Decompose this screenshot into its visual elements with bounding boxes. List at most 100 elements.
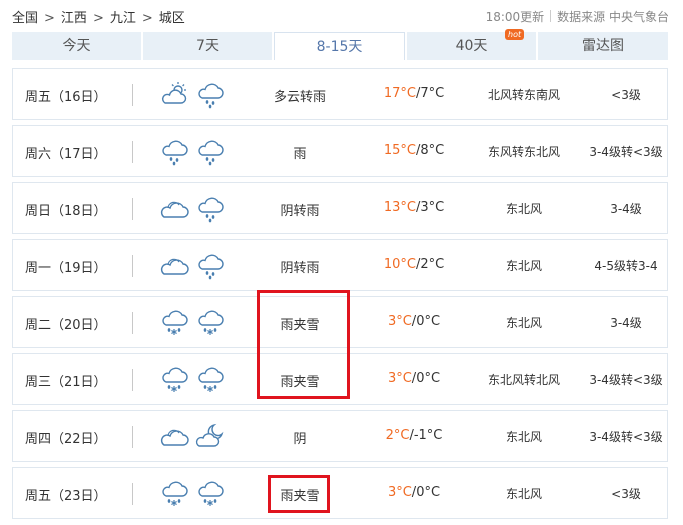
wind-direction: 东北风 <box>505 316 542 330</box>
forecast-date: 周一（19日） <box>25 261 107 276</box>
temp-high: 10°C <box>383 257 416 272</box>
row-divider <box>132 369 133 391</box>
temperature-range: 17°C/7°C <box>383 86 445 101</box>
weather-icons <box>159 309 225 337</box>
weather-icons <box>159 423 225 451</box>
tab-label: 7天 <box>196 38 219 54</box>
rain-cloud-icon <box>195 252 225 280</box>
weather-description: 雨夹雪 <box>280 375 320 390</box>
row-divider <box>132 255 133 277</box>
breadcrumb-separator: > <box>44 11 55 26</box>
wind-direction: 北风转东南风 <box>487 88 560 102</box>
forecast-date: 周五（16日） <box>25 90 107 105</box>
weather-icons <box>159 252 225 280</box>
temp-low: 7°C <box>420 86 445 101</box>
forecast-row: 周二（20日） 雨夹雪 3°C/0°C 东北风 3-4级 <box>12 296 668 348</box>
row-divider <box>132 141 133 163</box>
weather-icons <box>159 480 225 508</box>
weather-description: 阴转雨 <box>280 261 320 276</box>
temp-high: 3°C <box>387 371 412 386</box>
forecast-row: 周三（21日） 雨夹雪 3°C/0°C 东北风转北风 3-4级转<3级 <box>12 353 668 405</box>
wind-level: 3-4级转<3级 <box>589 145 663 159</box>
weather-description: 雨 <box>293 147 307 162</box>
rain-cloud-icon <box>159 138 189 166</box>
temp-low: 0°C <box>416 314 441 329</box>
temp-low: 3°C <box>420 200 445 215</box>
breadcrumb-separator: > <box>141 11 153 26</box>
breadcrumb-city[interactable]: 九江 <box>110 11 136 26</box>
weather-icons <box>159 366 225 394</box>
weather-icons <box>159 195 225 223</box>
weather-description: 多云转雨 <box>273 90 326 105</box>
sleet-cloud-icon <box>159 366 189 394</box>
weather-description: 阴 <box>293 432 307 447</box>
wind-direction: 东北风 <box>505 259 542 273</box>
sleet-cloud-icon <box>195 480 225 508</box>
row-divider <box>132 198 133 220</box>
forecast-row: 周五（23日） 雨夹雪 3°C/0°C 东北风 <3级 <box>12 467 668 519</box>
breadcrumb-national[interactable]: 全国 <box>12 11 38 26</box>
row-divider <box>132 312 133 334</box>
wind-level: 3-4级 <box>610 202 642 216</box>
tab-label: 40天 <box>455 38 488 54</box>
tab-40-days[interactable]: 40天 hot <box>407 29 536 60</box>
breadcrumb-separator: > <box>92 11 104 26</box>
update-info: 18:00更新 数据来源 中央气象台 <box>486 8 669 25</box>
forecast-row: 周日（18日） 阴转雨 13°C/3°C 东北风 3-4级 <box>12 182 668 234</box>
temperature-range: 3°C/0°C <box>387 314 441 329</box>
wind-level: 4-5级转3-4 <box>594 259 658 273</box>
forecast-row: 周五（16日） 多云转雨 17°C/7°C 北风转东南风 <3级 <box>12 68 668 120</box>
overcast-cloud-icon <box>159 195 189 223</box>
tab-radar[interactable]: 雷达图 <box>538 32 668 60</box>
forecast-date: 周五（23日） <box>25 489 107 504</box>
breadcrumb-province[interactable]: 江西 <box>61 11 87 26</box>
temperature-range: 3°C/0°C <box>387 371 441 386</box>
tab-8-15-days[interactable]: 8-15天 <box>274 32 405 60</box>
temp-low: 8°C <box>420 143 445 158</box>
temp-high: 2°C <box>385 428 410 443</box>
temp-high: 15°C <box>383 143 416 158</box>
top-bar: 全国 > 江西 > 九江 > 城区 18:00更新 数据来源 中央气象台 <box>0 0 683 30</box>
overcast-cloud-icon <box>159 423 189 451</box>
update-time: 18:00更新 <box>485 10 545 24</box>
row-divider <box>132 84 133 106</box>
partly-cloudy-sun-icon <box>159 81 189 109</box>
wind-level: <3级 <box>611 487 641 501</box>
tab-7-days[interactable]: 7天 <box>143 32 272 60</box>
temperature-range: 15°C/8°C <box>383 143 445 158</box>
forecast-date: 周三（21日） <box>25 375 107 390</box>
temperature-range: 3°C/0°C <box>387 485 441 500</box>
weather-description: 雨夹雪 <box>280 489 320 504</box>
temp-high: 3°C <box>387 314 412 329</box>
wind-direction: 东北风 <box>505 430 542 444</box>
temp-low: -1°C <box>413 428 443 443</box>
data-source: 数据来源 中央气象台 <box>557 10 669 24</box>
wind-direction: 东风转东北风 <box>487 145 560 159</box>
forecast-date: 周六（17日） <box>25 147 107 162</box>
cloudy-night-moon-icon <box>195 423 225 451</box>
weather-description: 阴转雨 <box>280 204 320 219</box>
row-divider <box>132 426 133 448</box>
hot-badge: hot <box>505 29 525 40</box>
weather-icons <box>159 138 225 166</box>
sleet-cloud-icon <box>195 309 225 337</box>
temp-low: 2°C <box>420 257 445 272</box>
temperature-range: 10°C/2°C <box>383 257 445 272</box>
forecast-tabs: 今天 7天 8-15天 40天 hot 雷达图 <box>12 29 668 60</box>
rain-cloud-icon <box>195 195 225 223</box>
meta-divider <box>550 10 552 22</box>
row-divider <box>132 483 133 505</box>
sleet-cloud-icon <box>195 366 225 394</box>
temp-low: 0°C <box>416 485 441 500</box>
wind-level: 3-4级转<3级 <box>589 373 663 387</box>
temp-high: 3°C <box>387 485 412 500</box>
tab-today[interactable]: 今天 <box>12 32 141 60</box>
wind-level: <3级 <box>611 88 641 102</box>
sleet-cloud-icon <box>159 480 189 508</box>
forecast-row: 周一（19日） 阴转雨 10°C/2°C 东北风 4-5级转3-4 <box>12 239 668 291</box>
wind-direction: 东北风 <box>505 487 542 501</box>
temp-high: 17°C <box>383 86 416 101</box>
temp-low: 0°C <box>416 371 441 386</box>
rain-cloud-icon <box>195 138 225 166</box>
forecast-date: 周四（22日） <box>25 432 107 447</box>
